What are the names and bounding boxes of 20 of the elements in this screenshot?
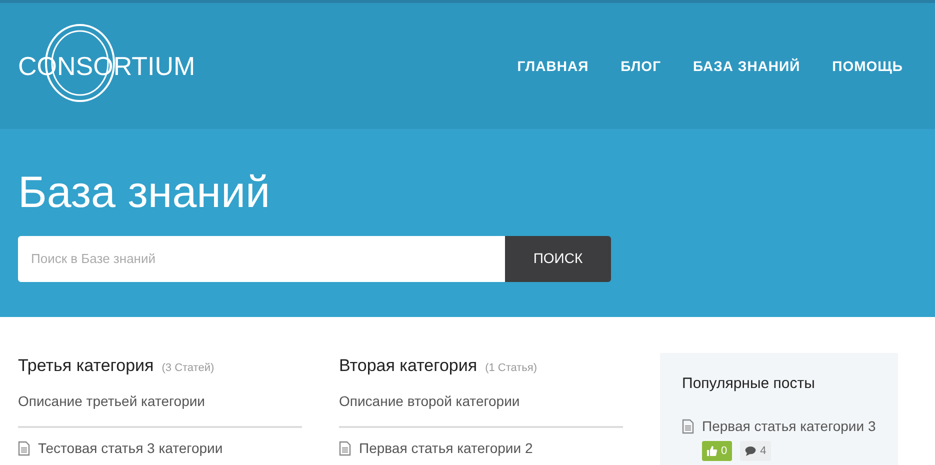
article-count: (1 Статья) (485, 361, 538, 376)
page-title: База знаний (18, 167, 272, 219)
document-icon (682, 418, 694, 434)
like-count: 0 (702, 440, 732, 461)
category-title[interactable]: Вторая категория (339, 353, 478, 378)
category-description: Описание третьей категории (18, 392, 206, 411)
document-icon (339, 440, 352, 456)
search-button[interactable]: ПОИСК (505, 236, 611, 282)
category-description: Описание второй категории (339, 392, 521, 411)
document-icon (18, 440, 30, 456)
sidebar-title: Популярные посты (682, 374, 816, 394)
article-link[interactable]: Тестовая статья 3 категории (38, 438, 223, 458)
post-link[interactable]: Первая статья категории 3 (702, 416, 876, 436)
article-count: (3 Статей) (162, 361, 214, 376)
search-field[interactable]: Поиск в Базе знаний (18, 236, 505, 282)
speech-bubble-icon (745, 446, 756, 456)
thumbs-up-icon (707, 446, 718, 456)
article-link[interactable]: Первая статья категории 2 (359, 438, 533, 458)
category-title[interactable]: Третья категория (18, 353, 154, 378)
comment-count: 4 (740, 440, 772, 461)
